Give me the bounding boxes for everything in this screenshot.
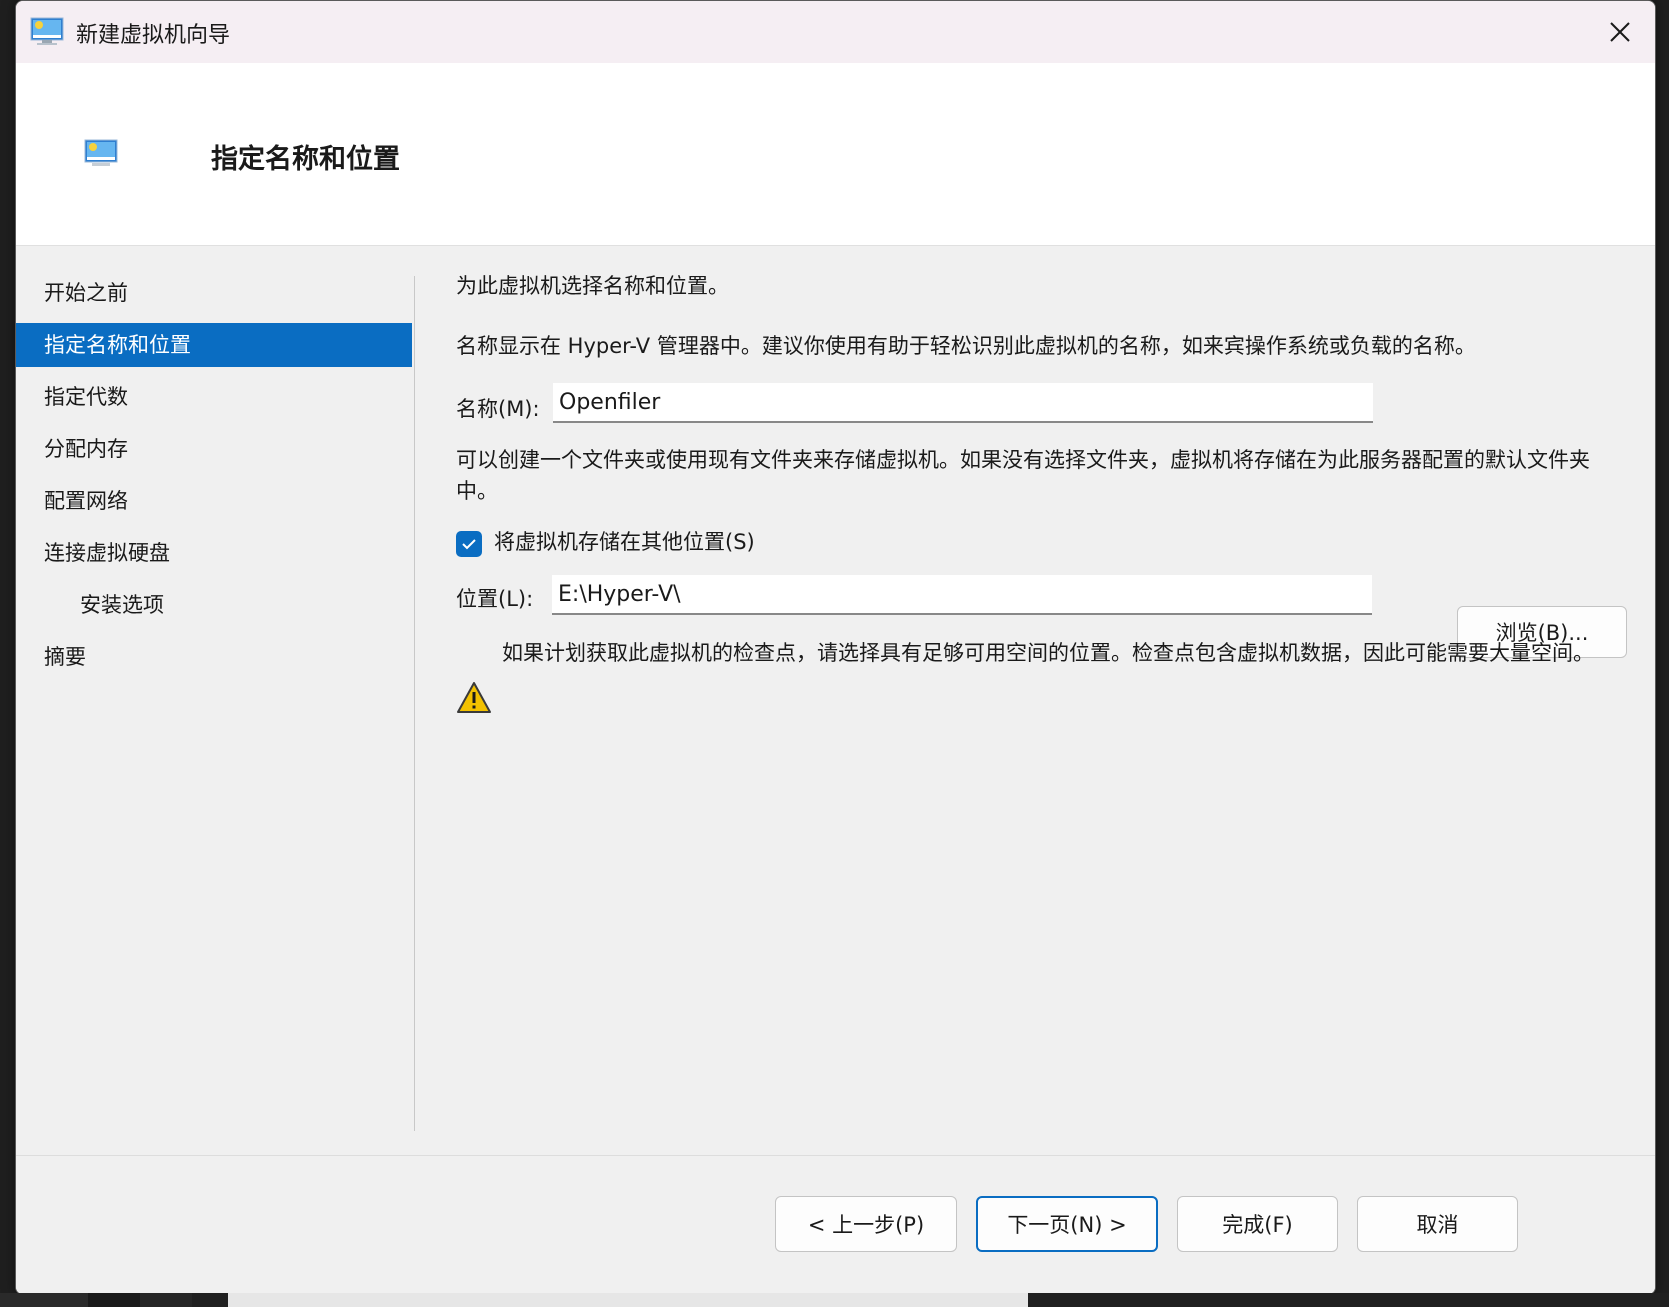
name-input[interactable] xyxy=(553,383,1373,423)
taskbar-segment xyxy=(228,1293,1028,1307)
wizard-header: 指定名称和位置 xyxy=(16,63,1655,246)
close-button[interactable] xyxy=(1585,1,1655,63)
wizard-step-nav: 开始之前 指定名称和位置 指定代数 分配内存 配置网络 连接虚拟硬盘 安装选项 … xyxy=(16,271,412,687)
location-input[interactable] xyxy=(552,575,1372,615)
nav-item-name-and-location[interactable]: 指定名称和位置 xyxy=(16,323,412,367)
nav-item-networking[interactable]: 配置网络 xyxy=(16,479,412,523)
location-label: 位置(L): xyxy=(456,587,534,611)
store-elsewhere-label[interactable]: 将虚拟机存储在其他位置(S) xyxy=(494,527,755,558)
wizard-window: 新建虚拟机向导 指定名称和位置 开始之前 指定名称和位置 指定代数 分配内存 配… xyxy=(15,0,1656,1295)
warning-icon xyxy=(457,682,491,713)
title-bar: 新建虚拟机向导 xyxy=(16,1,1655,63)
checkmark-icon xyxy=(462,539,476,550)
taskbar-segment xyxy=(0,1293,88,1307)
nav-divider xyxy=(414,276,415,1131)
cancel-button[interactable]: 取消 xyxy=(1357,1196,1518,1252)
page-title: 指定名称和位置 xyxy=(211,144,400,175)
taskbar-segment xyxy=(140,1293,192,1307)
back-button[interactable]: < 上一步(P) xyxy=(775,1196,957,1252)
wizard-footer: < 上一步(P) 下一页(N) > 完成(F) 取消 xyxy=(16,1155,1655,1294)
nav-item-before-you-begin[interactable]: 开始之前 xyxy=(16,271,412,315)
nav-item-summary[interactable]: 摘要 xyxy=(16,635,412,679)
close-icon xyxy=(1610,22,1630,42)
taskbar-strip xyxy=(0,1293,1669,1307)
virtual-machine-icon xyxy=(84,139,118,166)
window-title: 新建虚拟机向导 xyxy=(76,23,231,48)
intro-text: 为此虚拟机选择名称和位置。 xyxy=(456,274,729,298)
next-button[interactable]: 下一页(N) > xyxy=(976,1196,1158,1252)
taskbar-segment xyxy=(88,1293,140,1307)
finish-button[interactable]: 完成(F) xyxy=(1177,1196,1338,1252)
nav-item-virtual-hard-disk[interactable]: 连接虚拟硬盘 xyxy=(16,531,412,575)
virtual-machine-icon xyxy=(30,17,64,45)
name-label: 名称(M): xyxy=(456,397,540,421)
checkpoint-warning-text: 如果计划获取此虚拟机的检查点，请选择具有足够可用空间的位置。检查点包含虚拟机数据… xyxy=(502,641,1594,665)
store-elsewhere-checkbox[interactable] xyxy=(456,531,482,557)
nav-item-memory[interactable]: 分配内存 xyxy=(16,427,412,471)
nav-item-installation-options[interactable]: 安装选项 xyxy=(16,583,412,627)
name-hint-text: 名称显示在 Hyper-V 管理器中。建议你使用有助于轻松识别此虚拟机的名称，如… xyxy=(456,334,1476,358)
nav-item-generation[interactable]: 指定代数 xyxy=(16,375,412,419)
folder-hint-text: 可以创建一个文件夹或使用现有文件夹来存储虚拟机。如果没有选择文件夹，虚拟机将存储… xyxy=(456,448,1590,503)
